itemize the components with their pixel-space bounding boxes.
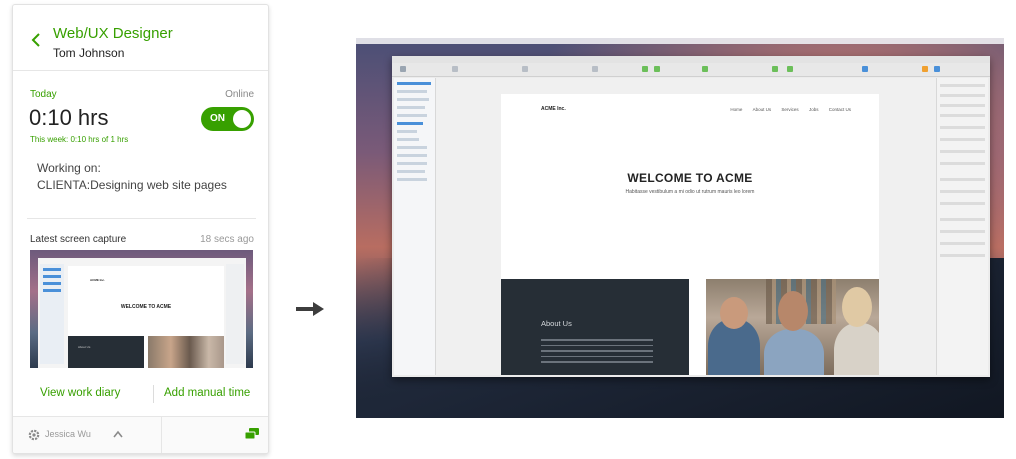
panel-footer: Jessica Wu	[13, 416, 268, 453]
chevron-left-icon[interactable]	[31, 33, 41, 47]
hours-today: 0:10 hrs	[29, 105, 109, 130]
hero-subtitle: Habitasse vestibulum a mi odio ut rutrum…	[625, 189, 755, 195]
time-tracker-panel: Web/UX Designer Tom Johnson Today Online…	[12, 4, 269, 454]
desktop-screenshot: ACME Inc. Home About Us Services Jobs Co…	[356, 38, 1004, 418]
artboard[interactable]: ACME Inc. Home About Us Services Jobs Co…	[501, 94, 879, 375]
window-titlebar	[392, 56, 990, 71]
site-nav-contact[interactable]: Contact Us	[829, 107, 851, 112]
thumbnail-window: ACME Inc. WELCOME TO ACME About Us	[38, 258, 246, 368]
distribute-icon[interactable]	[654, 66, 660, 72]
capture-time: 18 secs ago	[200, 234, 254, 245]
working-on-label: Working on:	[37, 161, 101, 175]
gear-icon[interactable]	[27, 428, 41, 442]
chat-icon[interactable]	[244, 427, 260, 441]
edit-icon[interactable]	[522, 66, 528, 72]
app-toolbar	[392, 63, 990, 77]
view-work-diary-link[interactable]: View work diary	[40, 387, 120, 399]
thumbnail-photo	[148, 336, 224, 368]
divider	[27, 218, 256, 219]
thumbnail-about: About Us	[78, 345, 91, 349]
site-nav-services[interactable]: Services	[781, 107, 798, 112]
share-icon[interactable]	[922, 66, 928, 72]
insert-icon[interactable]	[400, 66, 406, 72]
team-photo	[706, 279, 879, 375]
panel-header: Web/UX Designer Tom Johnson	[13, 5, 268, 71]
layers-panel	[394, 78, 436, 375]
about-text-lines	[541, 339, 653, 367]
thumbnail-inspector	[226, 264, 244, 364]
align-icon[interactable]	[642, 66, 648, 72]
arrow-right-icon	[296, 302, 324, 316]
status-label: Online	[225, 89, 254, 100]
menu-bar	[356, 38, 1004, 44]
footer-separator	[161, 417, 162, 453]
create-symbol-icon[interactable]	[592, 66, 598, 72]
screen-capture-thumbnail[interactable]: ACME Inc. WELCOME TO ACME About Us	[30, 250, 253, 368]
thumbnail-sidebar	[40, 264, 64, 364]
toggle-label: ON	[210, 113, 225, 124]
tracking-toggle[interactable]: ON	[201, 107, 254, 131]
toggle-knob	[233, 110, 251, 128]
site-nav: Home About Us Services Jobs Contact Us	[721, 107, 851, 112]
mask-icon[interactable]	[772, 66, 778, 72]
group-icon[interactable]	[452, 66, 458, 72]
about-title: About Us	[541, 319, 572, 328]
hero-title: WELCOME TO ACME	[627, 171, 753, 185]
today-label: Today	[30, 89, 57, 100]
add-manual-time-link[interactable]: Add manual time	[164, 387, 250, 399]
thumbnail-about-block: About Us	[68, 336, 144, 368]
site-logo: ACME Inc.	[541, 106, 566, 112]
scale-icon[interactable]	[787, 66, 793, 72]
design-canvas[interactable]: ACME Inc. Home About Us Services Jobs Co…	[436, 78, 938, 375]
thumbnail-logo: ACME Inc.	[90, 278, 105, 282]
working-on-value: CLIENTA:Designing web site pages	[37, 178, 227, 192]
site-nav-about[interactable]: About Us	[753, 107, 772, 112]
view-icon[interactable]	[862, 66, 868, 72]
design-app-window: ACME Inc. Home About Us Services Jobs Co…	[392, 56, 990, 377]
capture-label: Latest screen capture	[30, 234, 127, 245]
site-nav-jobs[interactable]: Jobs	[809, 107, 819, 112]
footer-user-name[interactable]: Jessica Wu	[45, 429, 91, 439]
inspector-panel	[936, 78, 988, 375]
chevron-up-icon[interactable]	[113, 430, 123, 438]
thumbnail-welcome: WELCOME TO ACME	[120, 304, 172, 310]
user-name: Tom Johnson	[53, 46, 125, 60]
export-icon[interactable]	[934, 66, 940, 72]
site-nav-home[interactable]: Home	[730, 107, 742, 112]
about-section: About Us	[501, 279, 689, 375]
thumbnail-page: ACME Inc. WELCOME TO ACME About Us	[68, 266, 224, 368]
union-icon[interactable]	[702, 66, 708, 72]
link-separator	[153, 385, 154, 403]
job-title: Web/UX Designer	[53, 25, 173, 42]
week-summary: This week: 0:10 hrs of 1 hrs	[30, 135, 129, 144]
